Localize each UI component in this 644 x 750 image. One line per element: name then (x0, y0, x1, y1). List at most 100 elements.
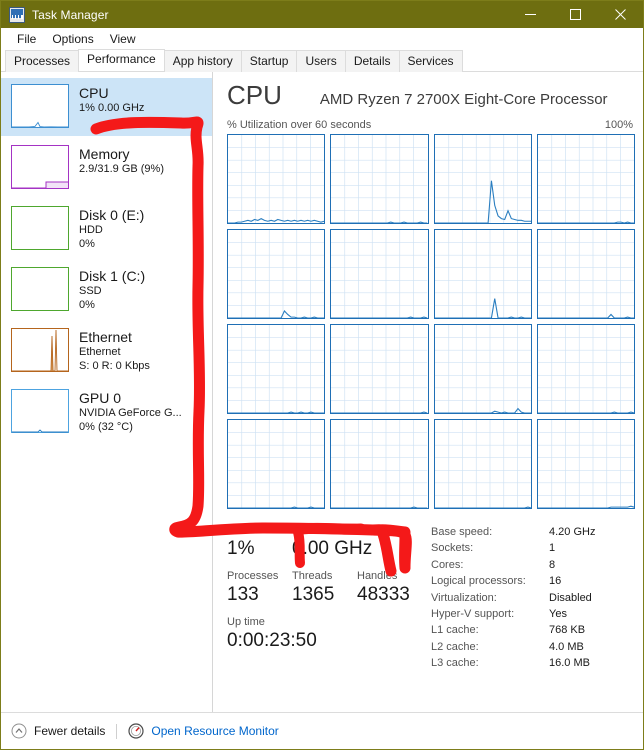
graph-caption: % Utilization over 60 seconds 100% (227, 119, 635, 131)
disk-0-thumbnail-graph (11, 206, 69, 250)
disk-0-labels: Disk 0 (E:) HDD 0% (79, 206, 144, 251)
spec-value: 768 KB (549, 624, 586, 637)
gpu-0-labels: GPU 0 NVIDIA GeForce G... 0% (32 °C) (79, 389, 182, 434)
cpu-core-graph (227, 229, 326, 319)
task-manager-icon (9, 6, 25, 23)
spec-label: Hyper-V support: (431, 608, 515, 621)
spec-label: Logical processors: (431, 575, 526, 588)
spec-row: Cores: 8 (431, 557, 635, 573)
logical-processor-grid (227, 134, 635, 509)
resource-sidebar: CPU 1% 0.00 GHz Memory 2.9/31.9 GB (9%) (1, 72, 213, 712)
spec-row: Hyper-V support: Yes (431, 606, 635, 622)
maximize-button[interactable] (553, 1, 598, 28)
memory-stat-line: 2.9/31.9 GB (9%) (79, 163, 164, 175)
disk-1-labels: Disk 1 (C:) SSD 0% (79, 267, 145, 312)
stat-label-speed: Speed (292, 524, 324, 536)
cpu-core-graph (330, 419, 429, 509)
sidebar-item-disk-1[interactable]: Disk 1 (C:) SSD 0% (1, 261, 212, 319)
cpu-detail-pane: CPU AMD Ryzen 7 2700X Eight-Core Process… (213, 72, 643, 712)
stat-handles: Handles 48333 (357, 569, 422, 606)
cpu-stat-line: 1% 0.00 GHz (79, 102, 145, 114)
sidebar-item-gpu-0[interactable]: GPU 0 NVIDIA GeForce G... 0% (32 °C) (1, 383, 212, 441)
tab-strip: Processes Performance App history Startu… (1, 49, 643, 72)
disk-1-thumbnail-graph (11, 267, 69, 311)
stat-value-speed: 0.00 GHz (292, 538, 373, 559)
sidebar-item-label-disk-1: Disk 1 (C:) (79, 268, 146, 284)
ethernet-adapter: Ethernet (79, 346, 121, 358)
cpu-core-graph (330, 324, 429, 414)
stat-value-processes: 133 (227, 584, 259, 605)
stat-uptime: Up time 0:00:23:50 (227, 615, 387, 652)
spec-label: Virtualization: (431, 591, 497, 604)
disk-0-usage: 0% (79, 238, 95, 250)
spec-value: 1 (549, 542, 556, 555)
menu-item-view[interactable]: View (102, 32, 144, 46)
open-resource-monitor-link[interactable]: Open Resource Monitor (128, 723, 279, 739)
graph-max-label: 100% (604, 119, 633, 131)
tab-users[interactable]: Users (296, 50, 346, 72)
memory-thumbnail-graph (11, 145, 69, 189)
sidebar-item-label-cpu: CPU (79, 85, 109, 101)
stat-threads: Threads 1365 (292, 569, 357, 606)
menu-bar: File Options View (1, 28, 643, 49)
spec-label: L1 cache: (431, 624, 479, 637)
tab-app-history[interactable]: App history (163, 50, 242, 72)
sidebar-item-memory[interactable]: Memory 2.9/31.9 GB (9%) (1, 139, 212, 197)
sidebar-item-label-ethernet: Ethernet (79, 329, 132, 345)
sidebar-item-cpu[interactable]: CPU 1% 0.00 GHz (1, 78, 212, 136)
stat-label-threads: Threads (292, 570, 333, 582)
fewer-details-label: Fewer details (34, 724, 106, 738)
cpu-core-graph (433, 419, 532, 509)
ethernet-labels: Ethernet Ethernet S: 0 R: 0 Kbps (79, 328, 150, 373)
disk-1-usage: 0% (79, 299, 95, 311)
tab-startup[interactable]: Startup (240, 50, 298, 72)
spec-value: Disabled (549, 591, 592, 604)
spec-value: Yes (549, 608, 567, 621)
stat-label-utilization: Utilization (227, 524, 275, 536)
cpu-stats: Utilization 1% Speed 0.00 GHz Processes … (227, 523, 635, 672)
footer-divider (116, 723, 118, 739)
tab-details[interactable]: Details (344, 50, 400, 72)
sidebar-item-ethernet[interactable]: Ethernet Ethernet S: 0 R: 0 Kbps (1, 322, 212, 380)
stat-label-processes: Processes (227, 570, 279, 582)
spec-row: Virtualization: Disabled (431, 590, 635, 606)
fewer-details-button[interactable]: Fewer details (11, 723, 105, 739)
open-resource-monitor-label: Open Resource Monitor (151, 724, 279, 738)
stat-row-2: Processes 133 Threads 1365 Handles 48333 (227, 569, 423, 606)
sidebar-item-disk-0[interactable]: Disk 0 (E:) HDD 0% (1, 200, 212, 258)
spec-row: Sockets: 1 (431, 540, 635, 556)
close-button[interactable] (598, 1, 643, 28)
window-title: Task Manager (32, 7, 109, 22)
cpu-model-name: AMD Ryzen 7 2700X Eight-Core Processor (319, 91, 608, 108)
gpu-0-model: NVIDIA GeForce G... (79, 407, 182, 419)
sidebar-item-label-disk-0: Disk 0 (E:) (79, 207, 145, 223)
cpu-core-graph (536, 324, 635, 414)
spec-row: L3 cache: 16.0 MB (431, 655, 635, 671)
tab-processes[interactable]: Processes (5, 50, 80, 72)
cpu-core-graph (536, 134, 635, 224)
page-title: CPU (227, 80, 282, 110)
tab-services[interactable]: Services (398, 50, 463, 72)
spec-value: 8 (549, 558, 556, 571)
sidebar-item-label-gpu-0: GPU 0 (79, 390, 122, 406)
cpu-core-graph (330, 134, 429, 224)
spec-label: Cores: (431, 558, 464, 571)
minimize-button[interactable] (508, 1, 553, 28)
stat-label-uptime: Up time (227, 616, 265, 628)
chevron-up-circle-icon (11, 723, 27, 739)
stat-processes: Processes 133 (227, 569, 292, 606)
resource-monitor-gauge-icon (128, 723, 144, 739)
tab-performance[interactable]: Performance (78, 49, 165, 71)
stat-value-threads: 1365 (292, 584, 335, 605)
graph-axis-label: % Utilization over 60 seconds (227, 119, 372, 131)
cpu-core-graph (227, 419, 326, 509)
gpu-0-thumbnail-graph (11, 389, 69, 433)
stat-row-3: Up time 0:00:23:50 (227, 615, 423, 652)
cpu-stats-left: Utilization 1% Speed 0.00 GHz Processes … (227, 523, 423, 672)
stat-value-utilization: 1% (227, 538, 255, 559)
title-bar: Task Manager (1, 1, 643, 28)
footer-bar: Fewer details Open Resource Monitor (1, 712, 643, 749)
sidebar-item-label-memory: Memory (79, 146, 130, 162)
menu-item-options[interactable]: Options (44, 32, 101, 46)
menu-item-file[interactable]: File (9, 32, 44, 46)
